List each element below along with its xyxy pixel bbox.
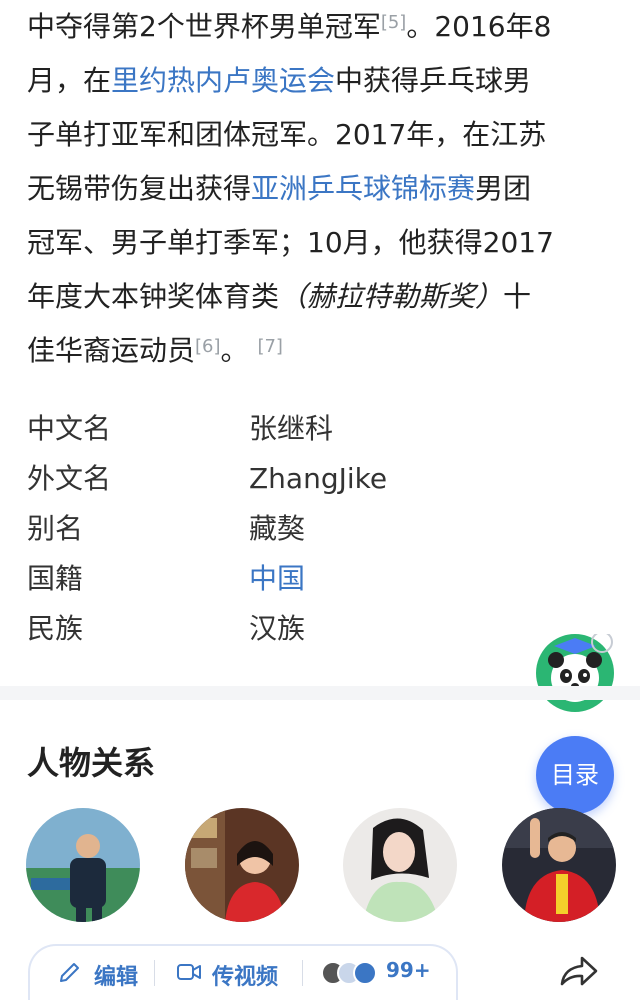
intro-text: 佳华裔运动员 (27, 334, 196, 367)
panda-icon (537, 631, 613, 711)
intro-text: 男团 (475, 172, 532, 205)
panda-assistant-button[interactable] (536, 631, 614, 712)
intro-line-4: 无锡带伤复出获得亚洲乒乓球锦标赛男团 (27, 162, 617, 216)
relation-avatar-4[interactable] (502, 808, 616, 922)
reference-6[interactable]: [6] (195, 336, 221, 357)
person-photo-icon (185, 808, 299, 922)
bar-separator (154, 960, 155, 986)
info-box: 中文名 张继科 外文名 ZhangJike 别名 藏獒 国籍 中国 民族 汉族 (27, 404, 617, 654)
contributors-avatars[interactable] (320, 960, 380, 986)
share-button[interactable] (556, 950, 600, 994)
intro-text: 。 (220, 334, 249, 367)
info-row-ethnicity: 民族 汉族 (27, 604, 617, 654)
edit-button[interactable]: 编辑 (58, 956, 148, 990)
info-key: 国籍 (27, 562, 84, 595)
info-value: 汉族 (249, 612, 306, 645)
reference-7[interactable]: [7] (257, 336, 283, 357)
nationality-link[interactable]: 中国 (249, 554, 305, 604)
contributor-avatars-icon (321, 961, 377, 985)
bar-separator (302, 960, 303, 986)
video-camera-icon (177, 964, 201, 980)
toc-button[interactable]: 目录 (536, 736, 614, 814)
intro-line-2: 月，在里约热内卢奥运会中获得乒乓球男 (27, 54, 617, 108)
info-value: 张继科 (249, 412, 334, 445)
reference-5[interactable]: [5] (381, 12, 407, 33)
relation-avatar-3[interactable] (343, 808, 457, 922)
info-row-alias: 别名 藏獒 (27, 504, 617, 554)
section-title-relations: 人物关系 (27, 744, 156, 782)
person-photo-icon (26, 808, 140, 922)
intro-line-7: 佳华裔运动员[6]。 [7] (27, 324, 617, 378)
intro-italic-text: （赫拉特勒斯奖） (279, 280, 504, 313)
link-asia-championships[interactable]: 亚洲乒乓球锦标赛 (251, 172, 475, 205)
pencil-icon (60, 963, 79, 982)
edit-label: 编辑 (94, 965, 139, 990)
intro-text: 年度大本钟奖体育类 (27, 280, 280, 313)
intro-text: 无锡带伤复出获得 (27, 172, 252, 205)
relation-avatar-1[interactable] (26, 808, 140, 922)
info-key: 中文名 (27, 412, 112, 445)
info-key: 别名 (27, 512, 84, 545)
intro-text: 中获得乒乓球男 (335, 64, 532, 97)
intro-text: 月，在 (27, 64, 112, 97)
intro-text: 中夺得第2个世界杯男单冠军 (27, 10, 381, 43)
bottom-action-bar: 编辑 传视频 99+ (28, 944, 458, 1000)
intro-text: 十 (503, 280, 532, 313)
info-key: 外文名 (27, 462, 112, 495)
relation-avatar-2[interactable] (185, 808, 299, 922)
intro-line-5: 冠军、男子单打季军；10月，他获得2017 (27, 226, 554, 259)
info-row-foreign-name: 外文名 ZhangJike (27, 454, 617, 504)
info-value: 藏獒 (249, 512, 306, 545)
contributor-count: 99+ (386, 958, 431, 982)
intro-paragraph: 中夺得第2个世界杯男单冠军[5]。2016年8 月，在里约热内卢奥运会中获得乒乓… (27, 0, 617, 378)
relations-avatars (0, 808, 640, 924)
link-rio-olympics[interactable]: 里约热内卢奥运会 (111, 64, 335, 97)
section-divider (0, 686, 640, 700)
info-value: ZhangJike (249, 462, 388, 495)
person-photo-icon (502, 808, 616, 922)
intro-text: 。2016年8 (406, 10, 552, 43)
info-row-chinese-name: 中文名 张继科 (27, 404, 617, 454)
share-arrow-icon (560, 956, 598, 986)
info-key: 民族 (27, 612, 84, 645)
info-row-nationality: 国籍 中国 (27, 554, 617, 604)
intro-line-6: 年度大本钟奖体育类（赫拉特勒斯奖）十 (27, 270, 617, 324)
person-photo-icon (343, 808, 457, 922)
intro-line-3: 子单打亚军和团体冠军。2017年，在江苏 (27, 118, 547, 151)
intro-line-1: 中夺得第2个世界杯男单冠军[5]。2016年8 (27, 0, 617, 54)
upload-video-label: 传视频 (212, 965, 279, 990)
upload-video-button[interactable]: 传视频 (176, 956, 296, 990)
